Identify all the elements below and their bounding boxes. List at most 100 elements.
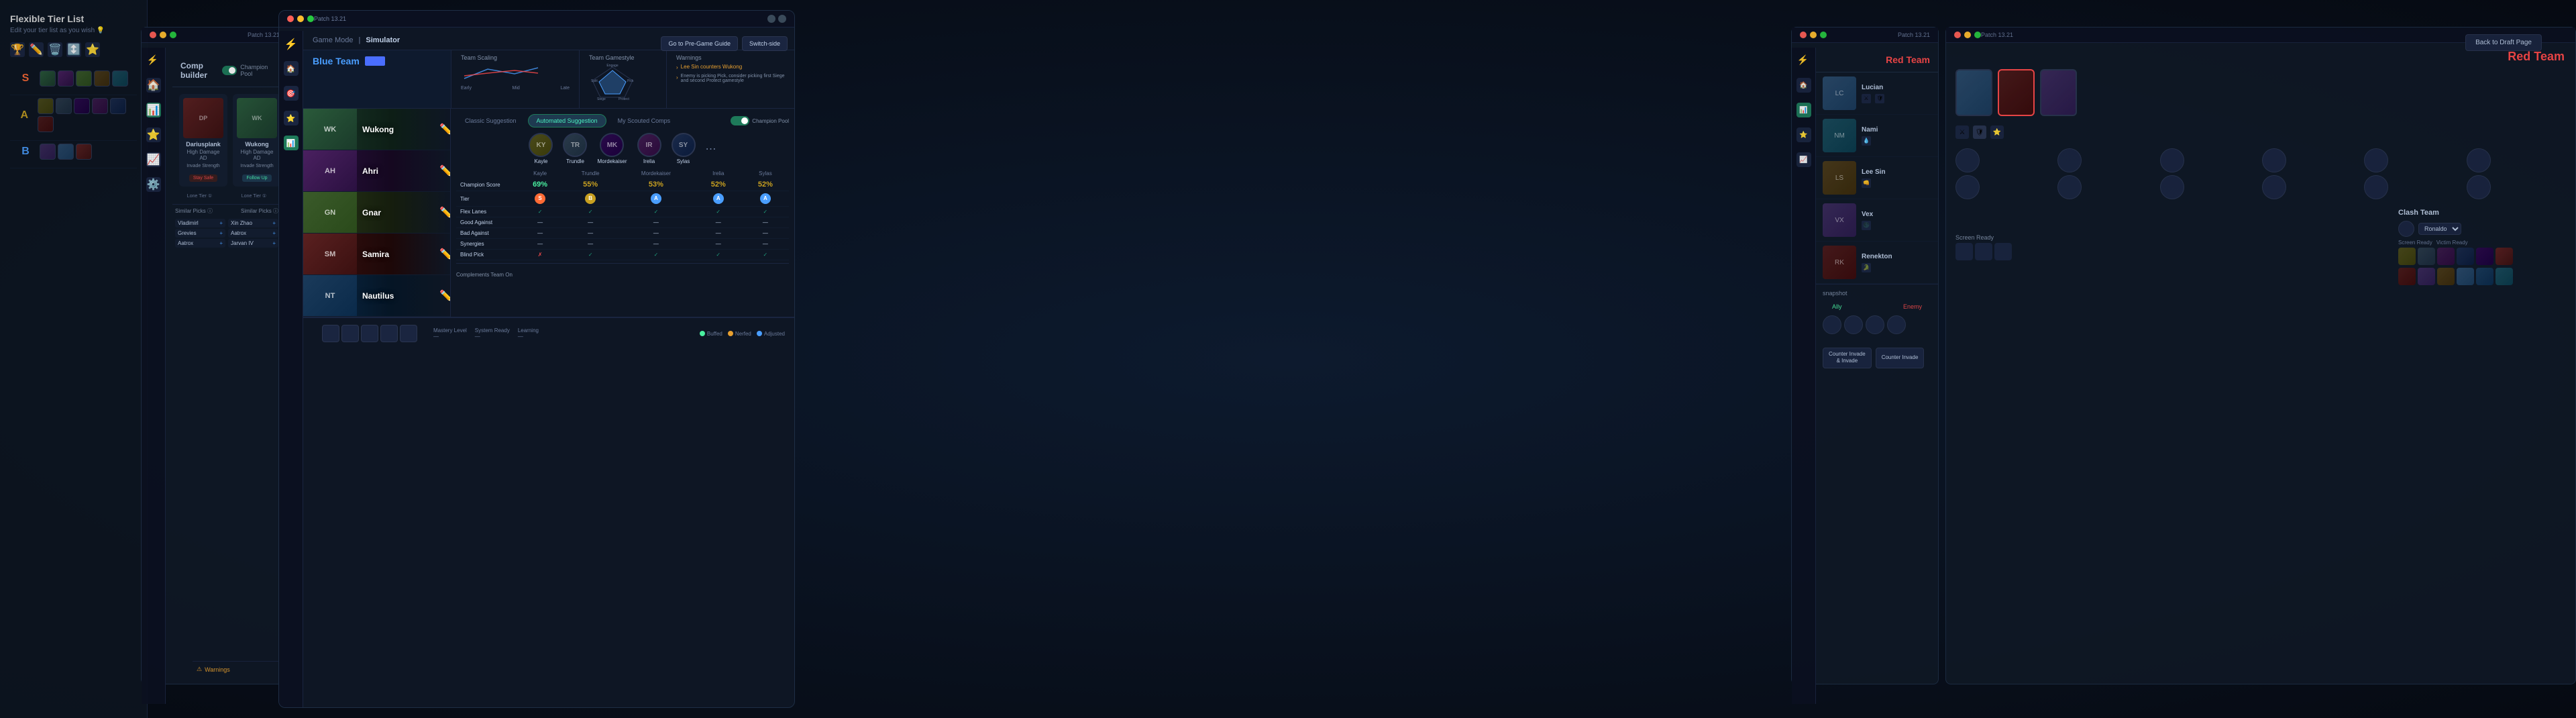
red-max[interactable] [1820, 32, 1827, 38]
red-min[interactable] [1810, 32, 1817, 38]
pick-jarvan[interactable]: Jarvan IV + [228, 239, 278, 248]
clash-champ-6[interactable] [2467, 148, 2491, 172]
cg-11[interactable] [2476, 268, 2493, 285]
right-lucian[interactable] [1955, 69, 1992, 116]
main-ctrl1[interactable] [767, 15, 775, 23]
main-max[interactable] [307, 15, 314, 22]
main-close[interactable] [287, 15, 294, 22]
cg-8[interactable] [2418, 268, 2435, 285]
counter-invade-button[interactable]: Counter Invade& Invade [1823, 348, 1872, 368]
right-vex[interactable] [2040, 69, 2077, 116]
red-nav-4[interactable]: 📈 [1796, 152, 1811, 167]
cg-12[interactable] [2496, 268, 2513, 285]
sylas-avatar[interactable]: SY [672, 133, 696, 157]
icon-4[interactable]: ↕️ [66, 42, 81, 57]
red-close[interactable] [1800, 32, 1807, 38]
champion-pool-toggle[interactable] [222, 66, 237, 75]
bottom-wukong[interactable] [322, 325, 339, 342]
kayle-avatar[interactable]: KY [529, 133, 553, 157]
nav-settings[interactable]: ⚙️ [146, 177, 161, 192]
tool-icon-3[interactable]: ⭐ [1990, 125, 2004, 139]
trundle-avatar[interactable]: TR [563, 133, 587, 157]
red-nav-1[interactable]: 🏠 [1796, 78, 1811, 93]
cg-10[interactable] [2457, 268, 2474, 285]
right-max[interactable] [1974, 32, 1981, 38]
clash-champ-2[interactable] [2057, 148, 2082, 172]
clash-player-select[interactable]: Ronaldo [2418, 223, 2461, 235]
right-min[interactable] [1964, 32, 1971, 38]
pick-grevies[interactable]: Grevies + [175, 229, 225, 238]
cg-4[interactable] [2457, 248, 2474, 265]
main-ctrl2[interactable] [778, 15, 786, 23]
pick-aatrox[interactable]: Aatrox + [175, 239, 225, 248]
main-min[interactable] [297, 15, 304, 22]
icon-1[interactable]: 🏆 [10, 42, 25, 57]
red-nav-2[interactable]: 📊 [1796, 103, 1811, 117]
clash-champ-3[interactable] [2160, 148, 2184, 172]
main-nav-comp[interactable]: 🎯 [284, 86, 299, 101]
tool-icon-1[interactable]: ⚔ [1955, 125, 1969, 139]
good-irelia: — [695, 217, 742, 228]
gnar-edit[interactable]: ✏️ [439, 206, 450, 219]
max-control[interactable] [170, 32, 176, 38]
tool-icon-2[interactable]: 🛡 [1973, 125, 1986, 139]
clash-champ-11[interactable] [2364, 175, 2388, 199]
mordekaiser-avatar[interactable]: MK [600, 133, 624, 157]
cg-5[interactable] [2476, 248, 2493, 265]
clash-champ-4[interactable] [2262, 148, 2286, 172]
pick-aatrox2[interactable]: Aatrox + [228, 229, 278, 238]
clash-champ-12[interactable] [2467, 175, 2491, 199]
main-nav-home[interactable]: 🏠 [284, 61, 299, 76]
nav-chart[interactable]: 📈 [146, 152, 161, 167]
samira-edit[interactable]: ✏️ [439, 248, 450, 261]
tab-my-scouted[interactable]: My Scouted Comps [609, 114, 680, 127]
right-renekton[interactable] [1998, 69, 2035, 116]
clash-champ-9[interactable] [2160, 175, 2184, 199]
champ-wukong: WK Wukong ✏️ [303, 109, 450, 150]
cg-1[interactable] [2398, 248, 2416, 265]
close-control[interactable] [150, 32, 156, 38]
main-nav-chart[interactable]: 📊 [284, 136, 299, 150]
bottom-gnar[interactable] [361, 325, 378, 342]
clash-champ-5[interactable] [2364, 148, 2388, 172]
icon-3[interactable]: 🗑️ [48, 42, 62, 57]
wukong-edit[interactable]: ✏️ [439, 123, 450, 136]
icon-5[interactable]: ⭐ [85, 42, 100, 57]
clash-champ-10[interactable] [2262, 175, 2286, 199]
cg-7[interactable] [2398, 268, 2416, 285]
cg-2[interactable] [2418, 248, 2435, 265]
main-content: Game Mode | Simulator Go to Pre-Game Gui… [303, 31, 794, 707]
more-options[interactable]: ⋯ [706, 133, 716, 164]
pick-vladimirl[interactable]: Vladimirl + [175, 219, 225, 227]
back-to-draft-button[interactable]: Back to Draft Page [2465, 34, 2542, 51]
right-close[interactable] [1954, 32, 1961, 38]
cg-3[interactable] [2437, 248, 2455, 265]
nav-star[interactable]: ⭐ [146, 127, 161, 142]
comp-builder-panel: Patch 13.21 ⚡ 🏠 📊 ⭐ 📈 ⚙️ Comp builder Ch… [141, 27, 288, 684]
scaling-label: Team Scaling [461, 54, 570, 61]
clash-champ-7[interactable] [1955, 175, 1980, 199]
cg-9[interactable] [2437, 268, 2455, 285]
clash-champ-1[interactable] [1955, 148, 1980, 172]
champion-pool-toggle-main[interactable] [731, 116, 749, 125]
nav-comp[interactable]: 📊 [146, 103, 161, 117]
bottom-nautilus[interactable] [400, 325, 417, 342]
main-nav-star[interactable]: ⭐ [284, 111, 299, 125]
pick-xinzhao[interactable]: Xin Zhao + [228, 219, 278, 227]
ahri-edit[interactable]: ✏️ [439, 164, 450, 178]
irelia-avatar[interactable]: IR [637, 133, 661, 157]
counter-invade2-button[interactable]: Counter Invade [1876, 348, 1925, 368]
min-control[interactable] [160, 32, 166, 38]
bottom-ahri[interactable] [341, 325, 359, 342]
icon-2[interactable]: ✏️ [29, 42, 44, 57]
guide-button[interactable]: Go to Pre-Game Guide [661, 36, 738, 51]
tab-automated[interactable]: Automated Suggestion [528, 114, 606, 127]
clash-champ-8[interactable] [2057, 175, 2082, 199]
red-nav-3[interactable]: ⭐ [1796, 127, 1811, 142]
nautilus-edit[interactable]: ✏️ [439, 289, 450, 303]
cg-6[interactable] [2496, 248, 2513, 265]
switch-button[interactable]: Switch-side [742, 36, 788, 51]
nav-home[interactable]: 🏠 [146, 78, 161, 93]
bottom-samira[interactable] [380, 325, 398, 342]
tab-classic[interactable]: Classic Suggestion [456, 114, 525, 127]
